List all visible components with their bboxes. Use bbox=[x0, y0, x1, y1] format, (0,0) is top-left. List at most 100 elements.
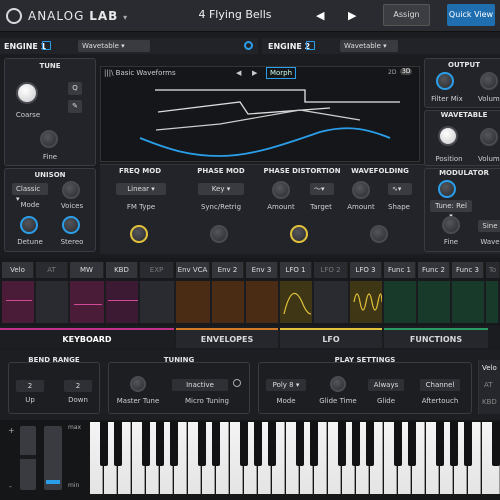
fine-knob[interactable] bbox=[40, 130, 58, 148]
piano-black-key[interactable] bbox=[366, 422, 374, 466]
piano-black-key[interactable] bbox=[296, 422, 304, 466]
phase-dist-mod-knob[interactable] bbox=[290, 225, 308, 243]
engine1-power-icon[interactable] bbox=[244, 41, 253, 50]
next-preset-icon[interactable]: ▶ bbox=[348, 9, 356, 22]
preset-name[interactable]: 4 Flying Bells bbox=[170, 8, 300, 21]
engine2-type-dropdown[interactable]: Wavetable ▾ bbox=[340, 40, 398, 52]
mod-tab-kbd[interactable]: KBD bbox=[106, 262, 138, 278]
phase-dist-target-dropdown[interactable]: 〜▾ bbox=[310, 183, 334, 195]
wavefold-mod-knob[interactable] bbox=[370, 225, 388, 243]
prev-preset-icon[interactable]: ◀ bbox=[316, 9, 324, 22]
mod-slot-func3[interactable] bbox=[452, 281, 486, 323]
mod-slot-func1[interactable] bbox=[384, 281, 418, 323]
position-knob[interactable] bbox=[438, 126, 458, 146]
piano-black-key[interactable] bbox=[352, 422, 360, 466]
tab-envelopes[interactable]: ENVELOPES bbox=[176, 328, 278, 348]
piano-black-key[interactable] bbox=[170, 422, 178, 466]
piano-black-key[interactable] bbox=[114, 422, 122, 466]
output-volume-knob[interactable] bbox=[480, 72, 498, 90]
side-item-velo[interactable]: Velo bbox=[482, 364, 497, 372]
mod-tab-func2[interactable]: Func 2 bbox=[418, 262, 450, 278]
mod-slot-mw[interactable] bbox=[70, 281, 106, 323]
piano-black-key[interactable] bbox=[450, 422, 458, 466]
wavefold-amount-knob[interactable] bbox=[352, 181, 370, 199]
piano-black-key[interactable] bbox=[464, 422, 472, 466]
mod-tab-env2[interactable]: Env 2 bbox=[212, 262, 244, 278]
waveform-next-icon[interactable]: ▶ bbox=[252, 69, 257, 77]
unison-mode-dropdown[interactable]: Classic ▾ bbox=[12, 183, 48, 203]
engine1-copy-icon[interactable] bbox=[42, 41, 51, 50]
piano-black-key[interactable] bbox=[310, 422, 318, 466]
glide-value[interactable]: Always bbox=[368, 379, 404, 391]
mod-tab-mw[interactable]: MW bbox=[70, 262, 104, 278]
mod-slot-lfo2[interactable] bbox=[314, 281, 350, 323]
micro-tuning-value[interactable]: Inactive bbox=[172, 379, 228, 391]
modulator-fine-knob[interactable] bbox=[442, 216, 460, 234]
tab-functions[interactable]: FUNCTIONS bbox=[384, 328, 488, 348]
view-2d-toggle[interactable]: 2D bbox=[388, 69, 396, 76]
piano-black-key[interactable] bbox=[254, 422, 262, 466]
wavefold-shape-dropdown[interactable]: ∿▾ bbox=[388, 183, 412, 195]
detune-knob[interactable] bbox=[20, 216, 38, 234]
tab-keyboard[interactable]: KEYBOARD bbox=[0, 328, 174, 348]
piano-black-key[interactable] bbox=[156, 422, 164, 466]
phase-mod-dropdown[interactable]: Key ▾ bbox=[198, 183, 244, 195]
morph-button[interactable]: Morph bbox=[266, 67, 296, 79]
mod-tab-env3[interactable]: Env 3 bbox=[246, 262, 278, 278]
mod-tab-velo[interactable]: Velo bbox=[2, 262, 34, 278]
mod-slot-env3[interactable] bbox=[246, 281, 280, 323]
mod-slot-func2[interactable] bbox=[418, 281, 452, 323]
engine2-copy-icon[interactable] bbox=[306, 41, 315, 50]
mod-tab-env-vca[interactable]: Env VCA bbox=[176, 262, 210, 278]
piano-black-key[interactable] bbox=[198, 422, 206, 466]
phase-mod-knob[interactable] bbox=[210, 225, 228, 243]
coarse-knob[interactable] bbox=[16, 82, 38, 104]
mod-tab-to[interactable]: To bbox=[486, 262, 500, 278]
quick-view-button[interactable]: Quick View bbox=[447, 4, 495, 26]
fm-amount-knob[interactable] bbox=[130, 225, 148, 243]
view-3d-toggle[interactable]: 3D bbox=[400, 68, 413, 75]
side-item-at[interactable]: AT bbox=[484, 381, 493, 389]
mod-slot-kbd[interactable] bbox=[106, 281, 140, 323]
mod-tab-lfo1[interactable]: LFO 1 bbox=[280, 262, 312, 278]
mod-slot-at[interactable] bbox=[36, 281, 70, 323]
stereo-knob[interactable] bbox=[62, 216, 80, 234]
piano-black-key[interactable] bbox=[240, 422, 248, 466]
wave-dropdown[interactable]: Sine bbox=[478, 220, 500, 232]
mod-tab-lfo3[interactable]: LFO 3 bbox=[350, 262, 382, 278]
piano-black-key[interactable] bbox=[142, 422, 150, 466]
piano-black-key[interactable] bbox=[408, 422, 416, 466]
mod-tab-at[interactable]: AT bbox=[36, 262, 68, 278]
filter-mix-knob[interactable] bbox=[436, 72, 454, 90]
assign-button[interactable]: Assign bbox=[383, 4, 430, 26]
piano-keyboard[interactable] bbox=[90, 422, 500, 494]
mod-tab-lfo2[interactable]: LFO 2 bbox=[314, 262, 348, 278]
piano-black-key[interactable] bbox=[436, 422, 444, 466]
piano-black-key[interactable] bbox=[268, 422, 276, 466]
mod-slot-velo[interactable] bbox=[2, 281, 36, 323]
engine1-label[interactable]: ENGINE 1 bbox=[4, 42, 46, 51]
piano-black-key[interactable] bbox=[100, 422, 108, 466]
tune-rel-dropdown[interactable]: Tune: Rel ▾ bbox=[430, 200, 472, 220]
mod-slot-exp[interactable] bbox=[140, 281, 176, 323]
voices-knob[interactable] bbox=[62, 181, 80, 199]
mod-tab-func1[interactable]: Func 1 bbox=[384, 262, 416, 278]
piano-black-key[interactable] bbox=[212, 422, 220, 466]
mod-slot-to[interactable] bbox=[486, 281, 500, 323]
master-tune-knob[interactable] bbox=[130, 376, 146, 392]
freq-mod-dropdown[interactable]: Linear ▾ bbox=[116, 183, 166, 195]
app-logo[interactable]: ANALOG LAB ▾ bbox=[28, 9, 128, 23]
modulator-tune-knob[interactable] bbox=[438, 180, 456, 198]
bend-down-value[interactable]: 2 bbox=[64, 380, 92, 392]
mod-tab-func3[interactable]: Func 3 bbox=[452, 262, 484, 278]
glide-time-knob[interactable] bbox=[330, 376, 346, 392]
mod-slot-env2[interactable] bbox=[212, 281, 246, 323]
waveform-prev-icon[interactable]: ◀ bbox=[236, 69, 241, 77]
piano-black-key[interactable] bbox=[394, 422, 402, 466]
bend-up-value[interactable]: 2 bbox=[16, 380, 44, 392]
aftertouch-value[interactable]: Channel bbox=[420, 379, 460, 391]
waveform-name-bar[interactable]: |||\ Basic Waveforms bbox=[104, 69, 176, 77]
mod-slot-env-vca[interactable] bbox=[176, 281, 212, 323]
play-mode-dropdown[interactable]: Poly 8 ▾ bbox=[266, 379, 306, 391]
engine2-label[interactable]: ENGINE 2 bbox=[268, 42, 310, 51]
